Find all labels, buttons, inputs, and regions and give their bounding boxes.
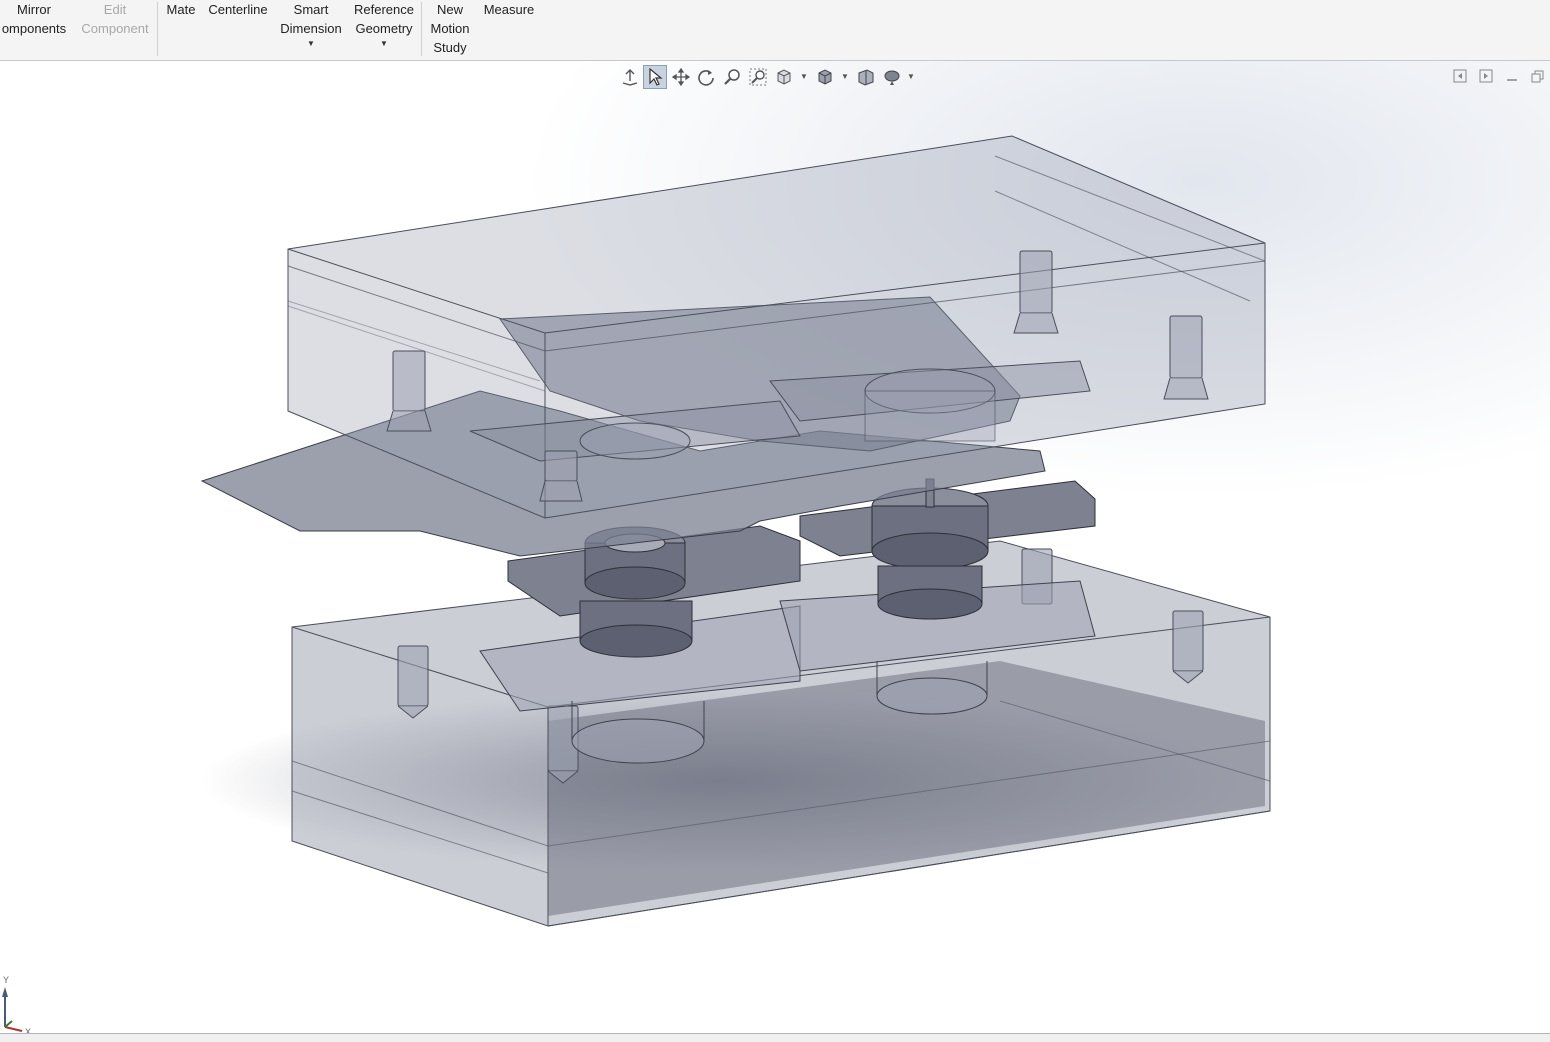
mirror-components-button[interactable]: Mirror omponents	[0, 0, 70, 38]
measure-button[interactable]: Measure	[480, 0, 538, 19]
new-motion-study-label-1: New	[436, 2, 463, 17]
centerline-button[interactable]: Centerline	[204, 0, 272, 19]
edit-component-button[interactable]: Edit Component	[76, 0, 154, 38]
edit-component-label-2: Component	[81, 21, 149, 36]
new-motion-study-label-2: Motion	[430, 21, 470, 36]
ribbon-separator	[421, 2, 422, 56]
mold-assembly-model[interactable]	[0, 61, 1550, 1033]
smart-dimension-label-1: Smart	[293, 2, 329, 17]
mate-button[interactable]: Mate	[162, 0, 200, 19]
mirror-components-label-2: omponents	[1, 21, 67, 36]
new-motion-study-button[interactable]: New Motion Study	[424, 0, 476, 57]
measure-label: Measure	[483, 2, 535, 17]
smart-dimension-button[interactable]: Smart Dimension ▼	[276, 0, 346, 50]
reference-geometry-label-2: Geometry	[355, 21, 413, 36]
mate-label: Mate	[166, 2, 196, 17]
centerline-label: Centerline	[208, 2, 268, 17]
new-motion-study-label-3: Study	[433, 40, 467, 55]
smart-dimension-label-2: Dimension	[280, 21, 342, 36]
edit-component-label-1: Edit	[103, 2, 127, 17]
cavity-half-upper-plate	[287, 135, 1266, 519]
smart-dimension-dropdown-icon[interactable]: ▼	[276, 38, 346, 50]
mirror-components-label-1: Mirror	[17, 2, 51, 17]
reference-geometry-dropdown-icon[interactable]: ▼	[350, 38, 418, 50]
graphics-viewport[interactable]: ▼ ▼ ▼ Y X	[0, 61, 1550, 1033]
reference-triad: Y X	[0, 975, 40, 1033]
command-manager-ribbon: Mirror omponents Edit Component Mate Cen…	[0, 0, 1550, 61]
reference-geometry-button[interactable]: Reference Geometry ▼	[350, 0, 418, 50]
core-half-lower-plate	[291, 540, 1271, 927]
reference-geometry-label-1: Reference	[354, 2, 414, 17]
ribbon-separator	[157, 2, 158, 56]
